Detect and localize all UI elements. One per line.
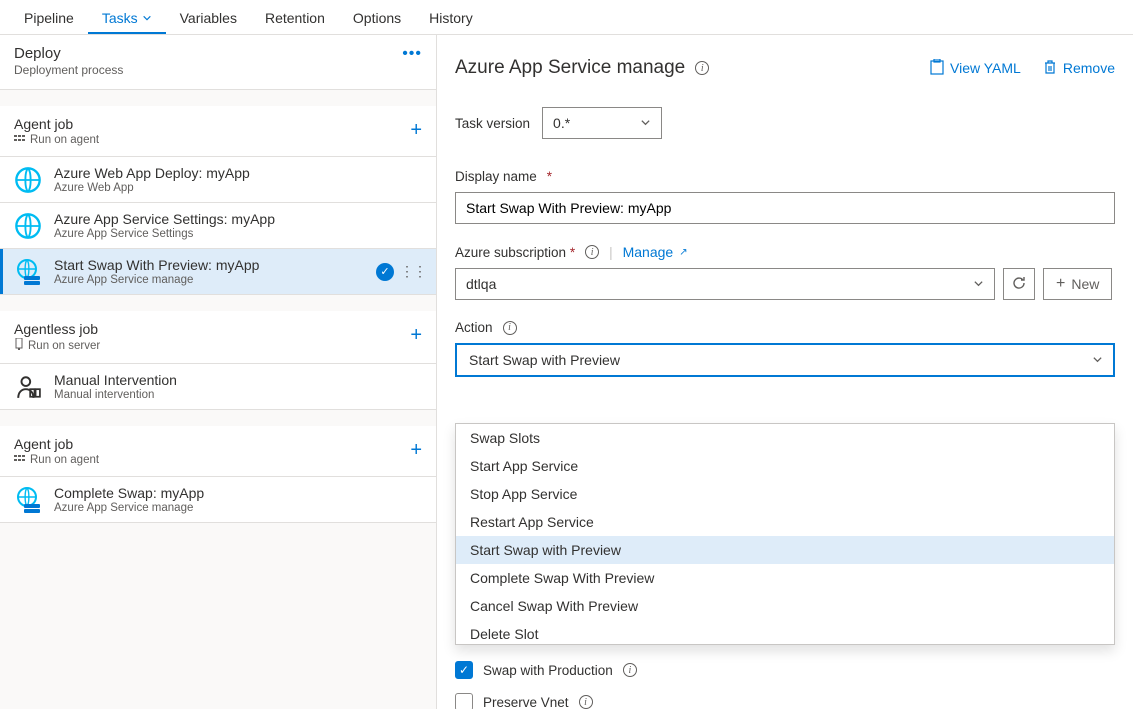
- task-row[interactable]: Complete Swap: myApp Azure App Service m…: [0, 477, 436, 523]
- pane-title: Azure App Service manage i: [455, 57, 709, 79]
- deploy-title: Deploy: [14, 45, 123, 62]
- task-sub: Azure Web App: [54, 182, 426, 194]
- globe-icon: [14, 166, 42, 194]
- action-option[interactable]: Swap Slots: [456, 424, 1114, 452]
- task-title: Start Swap With Preview: myApp: [54, 257, 364, 273]
- deploy-subtitle: Deployment process: [14, 63, 123, 77]
- action-select[interactable]: Start Swap with Preview: [455, 343, 1115, 377]
- spacer: [0, 90, 436, 106]
- info-icon[interactable]: i: [579, 695, 593, 709]
- task-title: Complete Swap: myApp: [54, 485, 426, 501]
- chevron-down-icon: [1092, 352, 1103, 368]
- spacer: [0, 410, 436, 426]
- action-option[interactable]: Complete Swap With Preview: [456, 564, 1114, 592]
- subscription-select[interactable]: dtlqa: [455, 268, 995, 300]
- task-sub: Azure App Service manage: [54, 274, 364, 286]
- task-detail-panel: Azure App Service manage i View YAML Rem…: [437, 35, 1133, 709]
- new-button[interactable]: + New: [1043, 268, 1112, 300]
- person-icon: [14, 373, 42, 401]
- add-task-button[interactable]: +: [410, 436, 422, 460]
- task-list-panel: Deploy Deployment process ••• Agent job …: [0, 35, 437, 709]
- refresh-icon: [1011, 275, 1027, 294]
- grip-icon[interactable]: ⋮⋮: [400, 268, 426, 275]
- action-label: Action i: [455, 320, 1115, 335]
- more-button[interactable]: •••: [402, 45, 422, 63]
- tab-retention[interactable]: Retention: [251, 4, 339, 32]
- action-option-selected[interactable]: Start Swap with Preview: [456, 536, 1114, 564]
- main-layout: Deploy Deployment process ••• Agent job …: [0, 35, 1133, 709]
- task-sub: Manual intervention: [54, 389, 426, 401]
- action-option[interactable]: Start App Service: [456, 452, 1114, 480]
- manage-link[interactable]: Manage ↗: [623, 244, 688, 260]
- chevron-down-icon: [973, 276, 984, 292]
- task-title: Azure Web App Deploy: myApp: [54, 165, 426, 181]
- info-icon[interactable]: i: [503, 321, 517, 335]
- task-sub: Azure App Service Settings: [54, 228, 426, 240]
- chevron-down-icon: [142, 10, 152, 26]
- preserve-vnet-label: Preserve Vnet: [483, 695, 569, 709]
- tab-options[interactable]: Options: [339, 4, 415, 32]
- info-icon[interactable]: i: [623, 663, 637, 677]
- deploy-header[interactable]: Deploy Deployment process •••: [0, 35, 436, 90]
- action-option[interactable]: Restart App Service: [456, 508, 1114, 536]
- task-title: Azure App Service Settings: myApp: [54, 211, 426, 227]
- job-title: Agent job: [14, 436, 99, 452]
- task-row-selected[interactable]: Start Swap With Preview: myApp Azure App…: [0, 249, 436, 295]
- display-name-label: Display name *: [455, 169, 1115, 184]
- action-option[interactable]: Cancel Swap With Preview: [456, 592, 1114, 620]
- job-sub: Run on server: [14, 338, 100, 353]
- tab-variables[interactable]: Variables: [166, 4, 251, 32]
- tab-tasks-label: Tasks: [102, 10, 138, 26]
- refresh-button[interactable]: [1003, 268, 1035, 300]
- globe-icon: [14, 212, 42, 240]
- globe-stack-icon: [14, 486, 42, 514]
- external-link-icon: ↗: [679, 247, 687, 258]
- tab-history[interactable]: History: [415, 4, 487, 32]
- task-version-select[interactable]: 0.*: [542, 107, 662, 139]
- globe-stack-icon: [14, 258, 42, 286]
- spacer: [0, 295, 436, 311]
- preserve-vnet-checkbox[interactable]: [455, 693, 473, 709]
- task-sub: Azure App Service manage: [54, 502, 426, 514]
- top-nav: Pipeline Tasks Variables Retention Optio…: [0, 0, 1133, 35]
- job-title: Agent job: [14, 116, 99, 132]
- task-row[interactable]: Azure Web App Deploy: myApp Azure Web Ap…: [0, 157, 436, 203]
- chevron-down-icon: [640, 115, 651, 131]
- action-dropdown[interactable]: Swap Slots Start App Service Stop App Se…: [455, 423, 1115, 645]
- task-row[interactable]: Azure App Service Settings: myApp Azure …: [0, 203, 436, 249]
- action-option[interactable]: Delete Slot: [456, 620, 1114, 645]
- subscription-label: Azure subscription * i | Manage ↗: [455, 244, 1115, 260]
- job-sub: Run on agent: [14, 133, 99, 146]
- action-option[interactable]: Stop App Service: [456, 480, 1114, 508]
- agent-icon: [14, 133, 26, 146]
- task-row[interactable]: Manual Intervention Manual intervention: [0, 364, 436, 410]
- display-name-input[interactable]: [455, 192, 1115, 224]
- server-icon: [14, 338, 24, 353]
- plus-icon: +: [1056, 275, 1065, 293]
- pane-header: Azure App Service manage i View YAML Rem…: [455, 57, 1115, 79]
- tab-pipeline[interactable]: Pipeline: [10, 4, 88, 32]
- view-yaml-button[interactable]: View YAML: [930, 59, 1021, 78]
- add-task-button[interactable]: +: [410, 321, 422, 345]
- trash-icon: [1043, 59, 1057, 78]
- info-icon[interactable]: i: [585, 245, 599, 259]
- task-title: Manual Intervention: [54, 372, 426, 388]
- job-row-agent2[interactable]: Agent job Run on agent +: [0, 426, 436, 477]
- job-row-agent[interactable]: Agent job Run on agent +: [0, 106, 436, 157]
- job-title: Agentless job: [14, 321, 100, 337]
- tab-tasks[interactable]: Tasks: [88, 4, 166, 34]
- check-icon: ✓: [376, 263, 394, 281]
- job-row-agentless[interactable]: Agentless job Run on server +: [0, 311, 436, 364]
- info-icon[interactable]: i: [695, 61, 709, 75]
- clipboard-icon: [930, 59, 944, 78]
- swap-production-checkbox[interactable]: ✓: [455, 661, 473, 679]
- swap-production-label: Swap with Production: [483, 663, 613, 678]
- add-task-button[interactable]: +: [410, 116, 422, 140]
- agent-icon: [14, 453, 26, 466]
- task-version-label: Task version: [455, 116, 530, 131]
- job-sub: Run on agent: [14, 453, 99, 466]
- remove-button[interactable]: Remove: [1043, 59, 1115, 78]
